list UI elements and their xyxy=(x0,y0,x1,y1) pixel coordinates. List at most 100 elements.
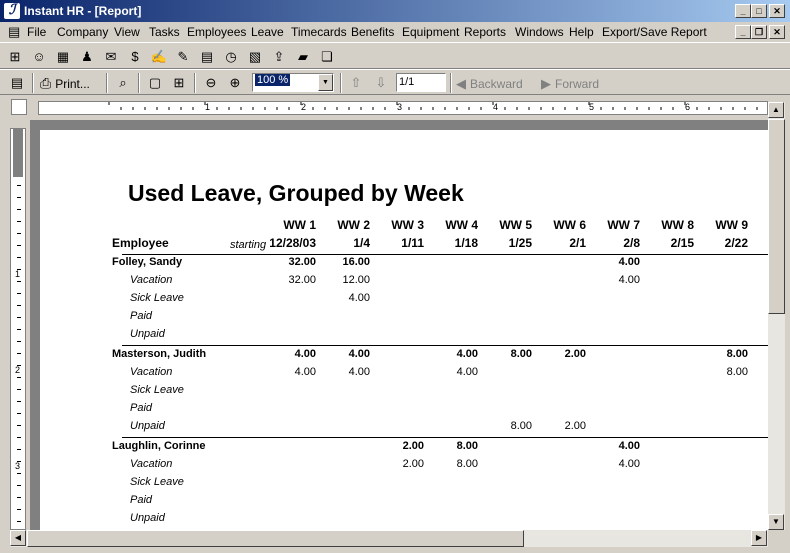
minimize-icon[interactable]: _ xyxy=(735,4,751,18)
zoom-in-icon[interactable]: ⊕ xyxy=(224,72,246,93)
scroll-left-icon[interactable]: ◀ xyxy=(10,530,26,546)
scroll-right-icon[interactable]: ▶ xyxy=(751,530,767,546)
clock-icon[interactable]: ◷ xyxy=(220,46,242,67)
export-icon[interactable]: ⇪ xyxy=(268,46,290,67)
toggle-tree-icon[interactable]: ▤ xyxy=(6,72,28,93)
menu-leave[interactable]: Leave xyxy=(251,25,284,39)
report-icon[interactable]: ▧ xyxy=(244,46,266,67)
forward-label: Forward xyxy=(555,76,600,91)
week-number-header: W xyxy=(752,218,768,232)
vruler-tick xyxy=(17,497,21,498)
menu-file[interactable]: File xyxy=(27,25,46,39)
vertical-scrollbar[interactable]: ▲ ▼ xyxy=(768,102,785,530)
menu-timecards[interactable]: Timecards xyxy=(291,25,347,39)
employee-name: Masterson, Judith xyxy=(112,348,207,360)
menu-company[interactable]: Company xyxy=(57,25,108,39)
leave-value-cell: 2.00 xyxy=(564,420,586,432)
binoculars-icon[interactable]: ⌕ xyxy=(112,72,134,93)
maximize-icon[interactable]: □ xyxy=(751,4,767,18)
timecard-icon[interactable]: ▤ xyxy=(196,46,218,67)
menu-benefits[interactable]: Benefits xyxy=(351,25,394,39)
leave-value-cell: 4.00 xyxy=(348,366,370,378)
forward-button[interactable]: ▶ Forward xyxy=(541,73,599,94)
week-number-header: WW 1 xyxy=(283,218,316,232)
employee-separator xyxy=(122,437,768,438)
menu-help[interactable]: Help xyxy=(569,25,594,39)
org-chart-icon[interactable]: ⊞ xyxy=(4,46,26,67)
menu-view[interactable]: View xyxy=(114,25,140,39)
leave-type-label: Unpaid xyxy=(130,512,165,524)
horizontal-scroll-thumb[interactable] xyxy=(27,530,524,547)
leave-value-cell: 4.00 xyxy=(456,366,478,378)
vruler-tick xyxy=(17,245,21,246)
week-date-header: 2/22 xyxy=(724,236,748,250)
leave-type-label: Vacation xyxy=(130,274,173,286)
employee-name: Laughlin, Corinne xyxy=(112,440,206,452)
vertical-scroll-thumb[interactable] xyxy=(768,119,785,314)
page-up-icon[interactable]: ⇧ xyxy=(345,72,367,93)
benefits-icon[interactable]: $ xyxy=(124,46,146,67)
document-icon[interactable]: ▤ xyxy=(8,24,20,40)
page-down-icon[interactable]: ⇩ xyxy=(370,72,392,93)
main-toolbar: ⊞ ☺ ▦ ♟ ✉ $ ✍ ✎ ▤ ◷ ▧ ⇪ ▰ ❏ xyxy=(0,42,790,69)
week-number-header: WW 3 xyxy=(391,218,424,232)
employee-total-cell: 2.00 xyxy=(402,440,424,452)
scroll-down-icon[interactable]: ▼ xyxy=(768,514,784,530)
employee-total-cell: 16.00 xyxy=(342,256,370,268)
mdi-restore-icon[interactable]: ❐ xyxy=(751,25,767,39)
report-toolbar: ▤ ⎙ Print... ⌕ ▢ ⊞ ⊖ ⊕ 100 % ▼ ⇧ ⇩ 1/1 ◀… xyxy=(0,69,790,95)
multi-page-icon[interactable]: ⊞ xyxy=(168,72,190,93)
vruler-tick xyxy=(17,401,21,402)
mdi-close-icon[interactable]: ✕ xyxy=(769,25,785,39)
employee-total-cell: 4.00 xyxy=(348,348,370,360)
menu-tasks[interactable]: Tasks xyxy=(149,25,180,39)
ruler-corner[interactable] xyxy=(11,99,27,115)
printer-icon: ⎙ xyxy=(40,75,52,91)
vruler-tick xyxy=(17,317,21,318)
menu-reports[interactable]: Reports xyxy=(464,25,506,39)
vruler-tick xyxy=(17,329,21,330)
page-number-input[interactable]: 1/1 xyxy=(396,73,446,92)
leave-request-icon[interactable]: ✉ xyxy=(100,46,122,67)
employee-total-cell: 8.00 xyxy=(510,348,532,360)
vruler-margin xyxy=(13,129,23,177)
people-icon[interactable]: ♟ xyxy=(76,46,98,67)
leave-value-cell: 2.00 xyxy=(402,458,424,470)
back-arrow-icon: ◀ xyxy=(456,75,466,91)
ruler-mark: 6 xyxy=(685,102,691,112)
leave-type-label: Paid xyxy=(130,310,153,322)
menu-employees[interactable]: Employees xyxy=(187,25,246,39)
forward-arrow-icon: ▶ xyxy=(541,75,551,91)
leave-type-label: Sick Leave xyxy=(130,292,184,304)
mdi-minimize-icon[interactable]: _ xyxy=(735,25,751,39)
leave-type-label: Paid xyxy=(130,402,153,414)
chevron-down-icon[interactable]: ▼ xyxy=(318,74,333,91)
single-page-icon[interactable]: ▢ xyxy=(144,72,166,93)
leave-type-label: Vacation xyxy=(130,458,173,470)
report-view[interactable]: Used Leave, Grouped by Week Employee sta… xyxy=(30,120,768,530)
print-button[interactable]: ⎙ Print... xyxy=(40,73,90,94)
leave-type-label: Unpaid xyxy=(130,420,165,432)
company-icon[interactable]: ▦ xyxy=(52,46,74,67)
vruler-tick xyxy=(17,461,21,462)
zoom-select[interactable]: 100 % ▼ xyxy=(252,73,334,92)
open-folder-icon[interactable]: ▰ xyxy=(292,46,314,67)
backward-button[interactable]: ◀ Backward xyxy=(456,73,523,94)
vruler-tick xyxy=(17,185,21,186)
vruler-tick xyxy=(17,305,21,306)
week-number-header: WW 4 xyxy=(445,218,478,232)
leave-approve-icon[interactable]: ✍ xyxy=(148,46,170,67)
close-icon[interactable]: ✕ xyxy=(769,4,785,18)
zoom-out-icon[interactable]: ⊖ xyxy=(200,72,222,93)
scroll-up-icon[interactable]: ▲ xyxy=(768,102,784,118)
week-date-header: 12/28/03 xyxy=(269,236,316,250)
horizontal-scrollbar[interactable]: ◀ ▶ xyxy=(10,530,768,547)
menu-windows[interactable]: Windows xyxy=(515,25,564,39)
window-icon[interactable]: ❏ xyxy=(316,46,338,67)
menu-export-save-report[interactable]: Export/Save Report xyxy=(602,25,707,39)
vruler-tick xyxy=(17,209,21,210)
leave-calendar-icon[interactable]: ✎ xyxy=(172,46,194,67)
menu-equipment[interactable]: Equipment xyxy=(402,25,459,39)
toolbar-separator xyxy=(106,73,108,93)
employees-icon[interactable]: ☺ xyxy=(28,46,50,67)
